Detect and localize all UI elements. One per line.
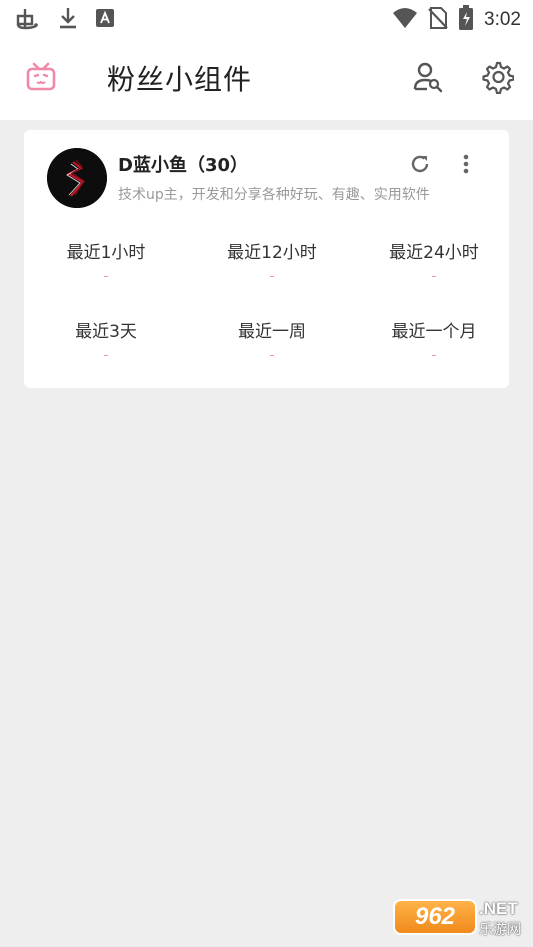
stat-label: 最近12小时 bbox=[227, 243, 317, 263]
stat-label: 最近一个月 bbox=[391, 322, 477, 342]
stat-last-3d: 最近3天 - bbox=[26, 317, 186, 363]
clock: 3:02 bbox=[484, 9, 521, 30]
bug-icon bbox=[14, 6, 40, 34]
stat-label: 最近24小时 bbox=[389, 243, 479, 263]
stat-label: 最近3天 bbox=[75, 322, 137, 342]
status-bar: 3:02 bbox=[0, 0, 533, 36]
wifi-icon bbox=[392, 7, 418, 33]
stat-value: - bbox=[103, 348, 109, 363]
font-icon bbox=[96, 9, 114, 31]
stat-value: - bbox=[431, 269, 437, 284]
battery-icon bbox=[458, 5, 474, 35]
gear-icon[interactable] bbox=[480, 60, 515, 95]
bilibili-tv-icon bbox=[24, 60, 58, 94]
stat-value: - bbox=[103, 269, 109, 284]
avatar[interactable] bbox=[47, 148, 107, 208]
more-options-icon[interactable] bbox=[456, 152, 476, 176]
stat-last-week: 最近一周 - bbox=[192, 317, 352, 363]
stat-last-month: 最近一个月 - bbox=[354, 317, 514, 363]
up-name: D蓝小鱼（30） bbox=[118, 155, 248, 176]
stat-last-1h: 最近1小时 - bbox=[26, 238, 186, 284]
stat-last-24h: 最近24小时 - bbox=[354, 238, 514, 284]
stat-value: - bbox=[269, 348, 275, 363]
watermark-net: .NET bbox=[479, 899, 518, 918]
stat-label: 最近1小时 bbox=[66, 243, 146, 263]
stat-label: 最近一周 bbox=[238, 322, 306, 342]
no-sim-icon bbox=[428, 6, 448, 34]
app-bar: 粉丝小组件 bbox=[0, 36, 533, 120]
refresh-icon[interactable] bbox=[408, 152, 432, 176]
page-title: 粉丝小组件 bbox=[107, 63, 253, 96]
watermark-text: 乐游网 bbox=[479, 922, 521, 938]
watermark-badge: 962 bbox=[393, 899, 477, 935]
site-watermark: 962 .NET 乐游网 bbox=[393, 897, 529, 941]
stat-last-12h: 最近12小时 - bbox=[192, 238, 352, 284]
up-description: 技术up主，开发和分享各种好玩、有趣、实用软件 bbox=[118, 187, 430, 203]
stat-value: - bbox=[269, 269, 275, 284]
up-card[interactable]: D蓝小鱼（30） 技术up主，开发和分享各种好玩、有趣、实用软件 最近1小时 -… bbox=[24, 130, 509, 388]
user-search-icon[interactable] bbox=[412, 61, 444, 93]
download-icon bbox=[58, 6, 78, 34]
stat-value: - bbox=[431, 348, 437, 363]
